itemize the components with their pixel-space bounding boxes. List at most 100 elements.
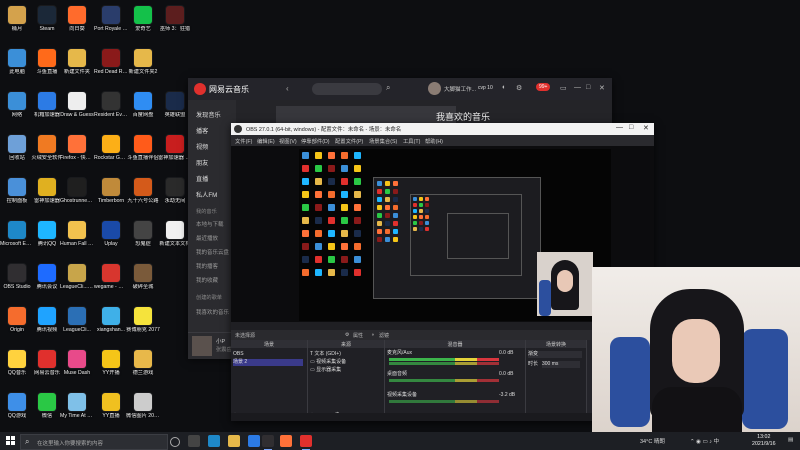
desktop-icon[interactable]: Human Fall Flat (60, 217, 94, 257)
mini-mode-icon[interactable]: ▭ (560, 84, 567, 92)
desktop-icon[interactable]: LeagueCli... (62, 303, 92, 343)
desktop-icon[interactable]: Firefox - 快捷方式 (60, 131, 94, 171)
desktop-icon[interactable]: 腾讯QQ (32, 217, 62, 257)
close-icon[interactable]: ✕ (599, 84, 605, 92)
maximize-icon[interactable]: □ (629, 124, 633, 131)
desktop-icon[interactable]: 百度网盘 (128, 88, 158, 128)
obs-menu-item[interactable]: 配置文件(P) (335, 137, 363, 145)
desktop-icon[interactable]: 新建文件夹 (62, 45, 92, 85)
desktop-icon[interactable]: 新建文本文档 (159, 217, 191, 257)
obs-menu-item[interactable]: 编辑(E) (257, 137, 275, 145)
close-icon[interactable]: ✕ (643, 124, 649, 132)
desktop-icon[interactable]: Steam (32, 2, 62, 42)
store-icon[interactable] (248, 435, 260, 447)
scene-item[interactable]: 场景 2 (233, 359, 303, 366)
desktop-icon[interactable]: 英雄联盟 (160, 88, 190, 128)
desktop-icon[interactable]: 微信 (32, 389, 62, 429)
maximize-icon[interactable]: □ (586, 84, 590, 91)
obs-menu-item[interactable]: 停靠部件(D) (301, 137, 330, 145)
filters-button[interactable]: 滤镜 (379, 332, 389, 339)
desktop-icon[interactable]: 网络 (2, 88, 32, 128)
task-view-icon[interactable] (188, 435, 200, 447)
desktop-icon[interactable]: 破碎圣城 (128, 260, 158, 300)
nav-discover[interactable]: 发现音乐 (196, 110, 221, 119)
duration-input[interactable]: 300 ms (542, 361, 580, 368)
desktop-icon[interactable]: 雷神加速器 WeGame (158, 131, 192, 171)
cortana-icon[interactable] (170, 437, 180, 447)
minimize-icon[interactable]: — (574, 84, 581, 91)
desktop-icon[interactable]: Red Dead Redempti... (94, 45, 128, 85)
desktop-icon[interactable]: Draw & Guess (60, 88, 94, 128)
netease-username[interactable]: 大脚猫工作... (444, 85, 476, 93)
netease-titlebar[interactable]: 网易云音乐 ‹ ⌕ 大脚猫工作... cvp 10 ◐ ⚙ 99+ ▭ — □ … (188, 78, 612, 100)
back-icon[interactable]: ‹ (286, 84, 289, 93)
edge-icon[interactable] (208, 435, 220, 447)
desktop-icon[interactable]: 火绒安全软件 (31, 131, 63, 171)
obs-menu-item[interactable]: 场景集合(S) (369, 137, 397, 145)
desktop-icon[interactable]: 新建文件夹2 (128, 45, 158, 85)
now-playing-cover[interactable] (192, 336, 212, 356)
nav-fm[interactable]: 私人FM (196, 190, 217, 199)
vip-badge[interactable]: cvp 10 (478, 85, 493, 91)
desktop-icon[interactable]: 腾讯会议 (32, 260, 62, 300)
desktop-icon[interactable]: OBS Studio (2, 260, 32, 300)
desktop-icon[interactable]: 雷神加速器 (32, 174, 62, 214)
desktop-icon[interactable]: 向日葵 (62, 2, 92, 42)
minimize-icon[interactable]: — (616, 124, 623, 131)
desktop-icon[interactable]: 爱奇艺 (128, 2, 158, 42)
notification-icon[interactable]: ▤ (788, 437, 793, 443)
desktop-icon[interactable]: 网易云音乐 (32, 346, 62, 386)
windows-start-icon[interactable] (6, 436, 16, 446)
desktop-icon[interactable]: YY直播 (96, 389, 126, 429)
desktop-icon[interactable]: LeagueCli... - 快捷方式 (60, 260, 94, 300)
nav-recent[interactable]: 最近播放 (196, 234, 218, 242)
netease-search-input[interactable] (312, 83, 382, 95)
gear-icon[interactable]: ⚙ (516, 84, 522, 92)
desktop-icon[interactable]: 此电脑 (2, 45, 32, 85)
desktop-icon[interactable]: 控制面板 (2, 174, 32, 214)
desktop-icon[interactable]: 腾讯视频 (32, 303, 62, 343)
source-item[interactable]: ▭ 视频采集设备 (310, 359, 380, 366)
desktop-icon[interactable]: Microsoft Edge (0, 217, 34, 257)
filter-icon[interactable]: ◑ (371, 332, 374, 338)
desktop-icon[interactable]: Port Royale 4 Soundtr... (94, 2, 128, 42)
desktop-icon[interactable]: Ghostrunner - 施用中 (60, 174, 94, 214)
desktop-icon[interactable]: xiangshan... (96, 303, 126, 343)
skin-icon[interactable]: ◐ (502, 84, 506, 91)
desktop-icon[interactable]: Muse Dash (62, 346, 92, 386)
nav-friends[interactable]: 朋友 (196, 158, 208, 167)
desktop-icon[interactable]: Origin (2, 303, 32, 343)
desktop-icon[interactable]: Rockstar Games... (94, 131, 128, 171)
avatar[interactable] (428, 82, 441, 95)
now-playing-title[interactable]: 小P (216, 337, 225, 345)
microphone-icon[interactable]: ⌕ (386, 83, 390, 93)
obs-titlebar[interactable]: OBS 27.0.1 (64-bit, windows) - 配置文件：未命名 … (231, 123, 654, 135)
desktop-icon[interactable]: 机箱加速器 (32, 88, 62, 128)
desktop-icon[interactable]: 德兰游戏 (128, 346, 158, 386)
nav-liked-music[interactable]: 我喜欢的音乐 (196, 308, 229, 316)
desktop-icon[interactable]: QQ音乐 (2, 346, 32, 386)
nav-live[interactable]: 直播 (196, 174, 208, 183)
taskbar-search-input[interactable]: ⌕ 在这里输入你要搜索的内容 (20, 434, 168, 450)
source-item[interactable]: T 文本 (GDI+) (310, 351, 380, 358)
gear-icon[interactable]: ⚙ (345, 332, 349, 338)
nav-local-download[interactable]: 本地与下载 (196, 220, 224, 228)
desktop-icon[interactable]: Uplay (96, 217, 126, 257)
firefox-icon[interactable] (280, 435, 292, 447)
properties-button[interactable]: 属性 (353, 332, 363, 339)
desktop-icon[interactable]: My Time At Portia (60, 389, 94, 429)
desktop-icon[interactable]: 巫师 3：狂猎 (160, 2, 190, 42)
nav-my-podcast[interactable]: 我的播客 (196, 262, 218, 270)
taskbar-clock[interactable]: 13:02 2021/9/16 (752, 434, 776, 448)
nav-video[interactable]: 视频 (196, 142, 208, 151)
desktop-icon[interactable]: wegame - 快捷方式 (94, 260, 128, 300)
desktop-icon[interactable]: Timberborn (96, 174, 126, 214)
desktop-icon[interactable]: 微信图片 2020091... (126, 389, 160, 429)
nav-collection[interactable]: 我的收藏 (196, 276, 218, 284)
desktop-icon[interactable]: 回收站 (2, 131, 32, 171)
desktop-icon[interactable]: 恐鬼症 (128, 217, 158, 257)
obs-menu-item[interactable]: 帮助(H) (425, 137, 443, 145)
obs-menu-item[interactable]: 文件(F) (235, 137, 252, 145)
message-badge[interactable]: 99+ (536, 83, 551, 91)
desktop-icon[interactable]: QQ游戏 (2, 389, 32, 429)
